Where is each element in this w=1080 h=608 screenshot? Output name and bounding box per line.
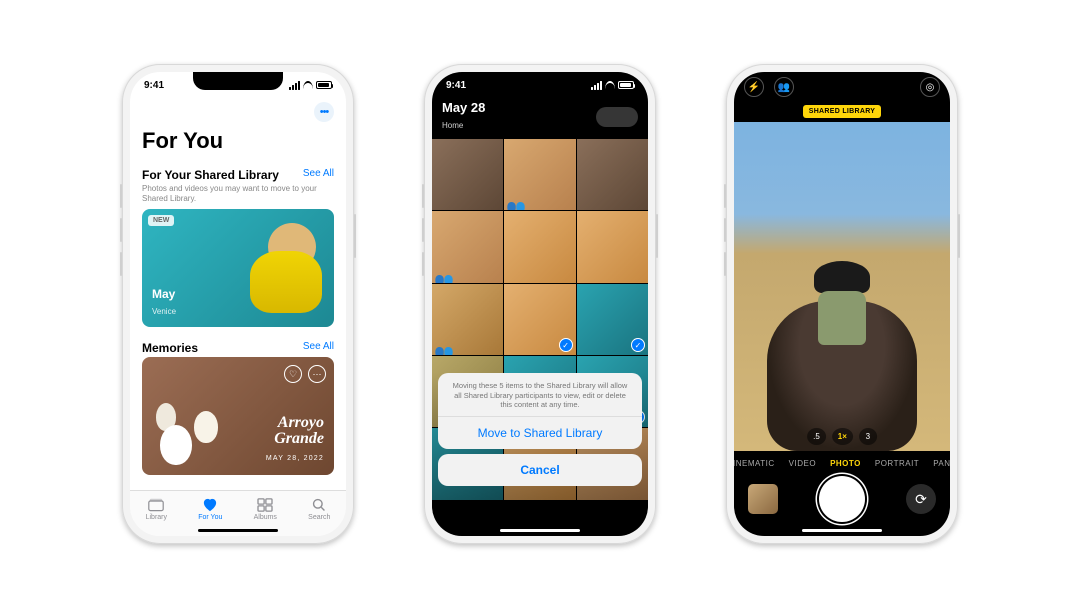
shutter-button[interactable]: [819, 476, 865, 522]
shared-library-card[interactable]: NEW May Venice: [142, 209, 334, 327]
tab-foryou[interactable]: For You: [198, 498, 222, 521]
memories-see-all[interactable]: See All: [303, 341, 334, 352]
checkmark-icon: ✓: [631, 338, 645, 352]
location-subtitle: Home: [442, 121, 463, 130]
photo-item[interactable]: [577, 211, 648, 282]
tab-library[interactable]: Library: [146, 498, 167, 521]
photo-item[interactable]: [432, 139, 503, 210]
favorite-icon[interactable]: ♡: [284, 365, 302, 383]
action-sheet: Moving these 5 items to the Shared Libra…: [438, 373, 642, 486]
photos-select-screen: 9:41 May 28 Home 👥 👥 👥 ✓ ✓ ✓: [432, 72, 648, 536]
cancel-button[interactable]: Cancel: [438, 454, 642, 486]
subject-person: [808, 261, 876, 371]
battery-icon: [618, 81, 634, 89]
notch: [797, 72, 887, 90]
photo-item[interactable]: [577, 139, 648, 210]
memory-date: MAY 28, 2022: [266, 455, 324, 462]
photo-item[interactable]: 👥: [432, 211, 503, 282]
tab-search[interactable]: Search: [308, 498, 330, 521]
camera-viewfinder[interactable]: .5 1× 3: [734, 122, 950, 451]
photo-content: [160, 425, 192, 465]
more-icon[interactable]: ⋯: [308, 365, 326, 383]
zoom-0.5x[interactable]: .5: [807, 428, 826, 445]
iphone-mockup-3: ⚡ 👥 ⌃ ◎ SHARED LIBRARY .5 1× 3 CINEMATIC…: [726, 64, 958, 544]
camera-screen: ⚡ 👥 ⌃ ◎ SHARED LIBRARY .5 1× 3 CINEMATIC…: [734, 72, 950, 536]
memory-card[interactable]: ♡ ⋯ Arroyo Grande MAY 28, 2022: [142, 357, 334, 475]
checkmark-icon: ✓: [559, 338, 573, 352]
iphone-mockup-2: 9:41 May 28 Home 👥 👥 👥 ✓ ✓ ✓: [424, 64, 656, 544]
home-indicator[interactable]: [500, 529, 580, 532]
people-icon: 👥: [434, 271, 448, 281]
tab-albums[interactable]: Albums: [254, 498, 277, 521]
memory-title-line1: Arroyo: [266, 415, 324, 431]
notch: [193, 72, 283, 90]
shared-library-badge: SHARED LIBRARY: [803, 105, 882, 118]
mode-portrait[interactable]: PORTRAIT: [875, 459, 919, 468]
date-title: May 28: [442, 100, 485, 115]
battery-icon: [316, 81, 332, 89]
card-title: May: [152, 287, 176, 301]
tab-label: Search: [308, 514, 330, 521]
status-time: 9:41: [144, 80, 164, 91]
last-photo-thumbnail[interactable]: [748, 484, 778, 514]
photo-item[interactable]: 👥: [504, 139, 575, 210]
camera-flip-button[interactable]: ⟳: [906, 484, 936, 514]
flash-icon[interactable]: ⚡: [744, 77, 764, 97]
home-indicator[interactable]: [802, 529, 882, 532]
move-to-shared-button[interactable]: Move to Shared Library: [438, 416, 642, 449]
status-time: 9:41: [446, 80, 466, 91]
albums-icon: [256, 498, 274, 512]
notch: [495, 72, 585, 90]
tab-label: For You: [198, 514, 222, 521]
photo-item[interactable]: 👥: [432, 284, 503, 355]
memories-section-title: Memories: [142, 341, 198, 355]
photo-subject: [222, 223, 316, 313]
shared-see-all[interactable]: See All: [303, 168, 334, 179]
zoom-controls: .5 1× 3: [807, 428, 877, 445]
mode-pano[interactable]: PANO: [933, 459, 950, 468]
photos-foryou-screen: 9:41 ••• For You For Your Shared Library…: [130, 72, 346, 536]
camera-bottom-bar: ⟳: [734, 472, 950, 536]
more-button[interactable]: •••: [314, 102, 334, 122]
mode-cinematic[interactable]: CINEMATIC: [734, 459, 775, 468]
zoom-3x[interactable]: 3: [859, 428, 877, 445]
photo-item[interactable]: [504, 211, 575, 282]
home-indicator[interactable]: [198, 529, 278, 532]
shared-library-toggle-icon[interactable]: 👥: [774, 77, 794, 97]
photo-item[interactable]: ✓: [577, 284, 648, 355]
zoom-1x[interactable]: 1×: [832, 428, 853, 445]
card-subtitle: Venice: [152, 307, 176, 316]
foryou-icon: [201, 498, 219, 512]
library-icon: [147, 498, 165, 512]
signal-icon: [289, 81, 300, 90]
shared-section-title: For Your Shared Library: [142, 168, 279, 182]
people-icon: 👥: [506, 198, 520, 208]
signal-icon: [591, 81, 602, 90]
wifi-icon: [303, 81, 313, 89]
wifi-icon: [605, 81, 615, 89]
live-photo-icon[interactable]: ◎: [920, 77, 940, 97]
sheet-message: Moving these 5 items to the Shared Libra…: [438, 373, 642, 416]
mode-video[interactable]: VIDEO: [789, 459, 816, 468]
search-icon: [310, 498, 328, 512]
tab-label: Albums: [254, 514, 277, 521]
shared-section-subtitle: Photos and videos you may want to move t…: [130, 184, 346, 209]
iphone-mockup-1: 9:41 ••• For You For Your Shared Library…: [122, 64, 354, 544]
page-title: For You: [130, 128, 346, 162]
camera-mode-selector[interactable]: CINEMATIC VIDEO PHOTO PORTRAIT PANO: [734, 451, 950, 472]
mode-photo[interactable]: PHOTO: [830, 459, 861, 468]
memory-title-line2: Grande: [266, 431, 324, 447]
tab-label: Library: [146, 514, 167, 521]
photo-item[interactable]: ✓: [504, 284, 575, 355]
new-badge: NEW: [148, 215, 174, 226]
select-pill[interactable]: [596, 107, 638, 127]
people-icon: 👥: [434, 343, 448, 353]
